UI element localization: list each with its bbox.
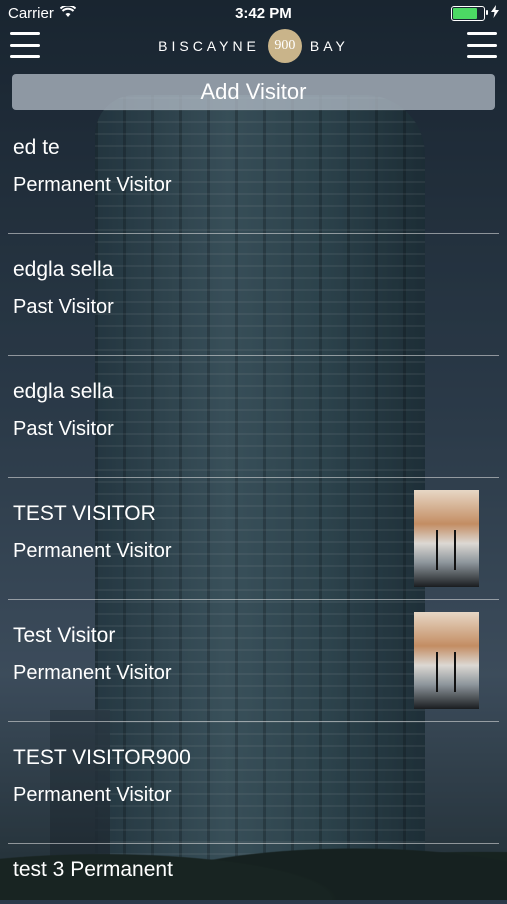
list-item[interactable]: edgla sella Past Visitor (8, 234, 499, 356)
list-item[interactable]: edgla sella Past Visitor (8, 356, 499, 478)
visitor-type: Permanent Visitor (13, 662, 172, 684)
visitor-list: ed te Permanent Visitor edgla sella Past… (0, 112, 507, 904)
logo-text-left: BISCAYNE (158, 38, 260, 54)
visitor-type: Past Visitor (13, 296, 114, 318)
visitor-name: Test Visitor (13, 624, 116, 647)
status-time: 3:42 PM (235, 4, 292, 22)
carrier-label: Carrier (8, 4, 54, 22)
menu-icon-left[interactable] (10, 32, 40, 58)
list-item[interactable]: Test Visitor Permanent Visitor (8, 600, 499, 722)
visitor-name: TEST VISITOR900 (13, 746, 191, 769)
visitor-name: edgla sella (13, 380, 114, 403)
menu-icon-right[interactable] (467, 32, 497, 58)
visitor-name: edgla sella (13, 258, 114, 281)
logo-badge: 900 (267, 29, 302, 63)
visitor-name: test 3 Permanent (13, 858, 173, 881)
wifi-icon (59, 4, 77, 22)
visitor-name: ed te (13, 136, 60, 159)
app-logo: BISCAYNE 900 BAY (158, 29, 349, 63)
list-item[interactable]: TEST VISITOR900 Permanent Visitor (8, 722, 499, 844)
logo-text-right: BAY (309, 38, 349, 54)
status-bar: Carrier 3:42 PM (0, 0, 507, 26)
nav-bar: BISCAYNE 900 BAY (0, 26, 507, 66)
add-visitor-button[interactable]: Add Visitor (12, 74, 495, 110)
visitor-type: Permanent Visitor (13, 540, 172, 562)
visitor-type: Permanent Visitor (13, 174, 172, 196)
battery-icon (450, 5, 488, 21)
visitor-photo (414, 490, 479, 587)
list-item[interactable]: test 3 Permanent (8, 844, 499, 904)
list-item[interactable]: ed te Permanent Visitor (8, 112, 499, 234)
visitor-photo (414, 612, 479, 709)
list-item[interactable]: TEST VISITOR Permanent Visitor (8, 478, 499, 600)
visitor-name: TEST VISITOR (13, 502, 156, 525)
visitor-type: Permanent Visitor (13, 784, 172, 806)
visitor-type: Past Visitor (13, 418, 114, 440)
charging-icon (490, 4, 499, 22)
